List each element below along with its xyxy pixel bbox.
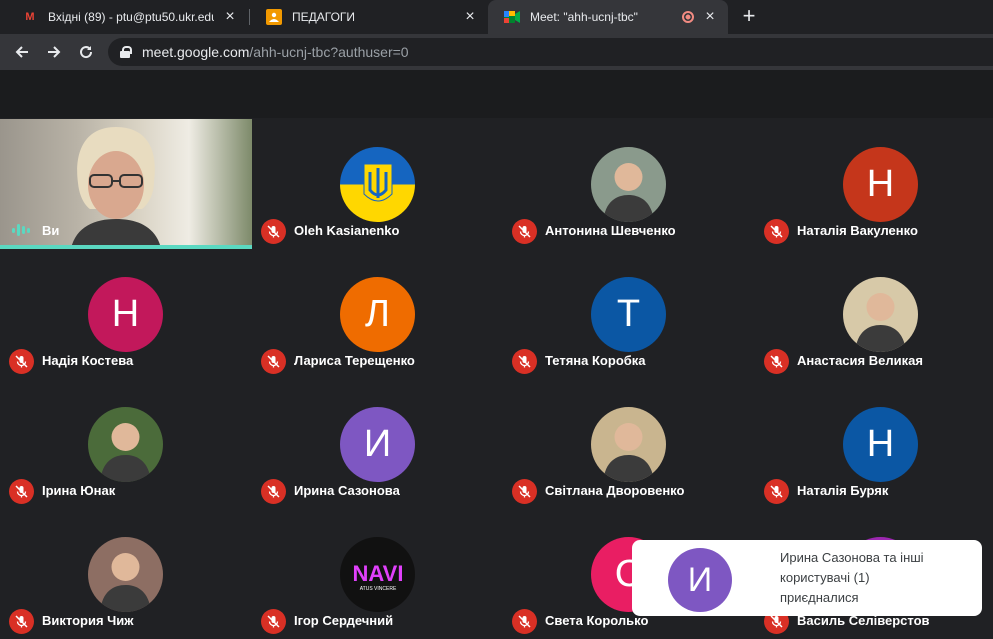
muted-mic-icon (9, 609, 34, 634)
meet-icon (504, 9, 520, 25)
back-button[interactable] (10, 40, 34, 64)
arrow-right-icon (48, 46, 61, 58)
participant-name: Наталія Вакуленко (797, 223, 918, 238)
participant-tile[interactable]: Виктория Чиж (0, 509, 251, 639)
participant-name: Надія Костева (42, 353, 134, 368)
muted-mic-icon (764, 349, 789, 374)
tab-meet[interactable]: Meet: "ahh-ucnj-tbc" × (488, 0, 728, 34)
speaking-icon (12, 224, 30, 236)
participant-tile[interactable]: Світлана Дворовенко (503, 379, 754, 509)
avatar: NAVI ATUS VINCERE (340, 537, 415, 612)
participant-tile[interactable]: Ірина Юнак (0, 379, 251, 509)
muted-mic-icon (512, 219, 537, 244)
url-path: /ahh-ucnj-tbc?authuser=0 (249, 44, 409, 60)
participant-tile[interactable]: Т Тетяна Коробка (503, 249, 754, 379)
tab-gmail[interactable]: M Вхідні (89) - ptu@ptu50.ukr.educ × (6, 0, 248, 34)
tab-title: Meet: "ahh-ucnj-tbc" (530, 10, 638, 24)
muted-mic-icon (512, 349, 537, 374)
avatar: Н (843, 147, 918, 222)
lock-icon (120, 46, 132, 58)
participant-tile[interactable]: Н Наталія Вакуленко (755, 119, 993, 249)
avatar (88, 537, 163, 612)
participant-tile[interactable]: Oleh Kasianenko (252, 119, 503, 249)
arrow-left-icon (15, 46, 28, 58)
tab-title: ПЕДАГОГИ (292, 10, 356, 24)
participant-tile[interactable]: Н Надія Костева (0, 249, 251, 379)
gmail-icon: M (25, 11, 35, 23)
participant-name: Виктория Чиж (42, 613, 134, 628)
notification-line: користувачі (1) (780, 570, 870, 585)
browser-tab-strip: M Вхідні (89) - ptu@ptu50.ukr.educ × ПЕД… (0, 0, 993, 34)
participant-name: Анастасия Великая (797, 353, 923, 368)
notification-line: Ирина Сазонова та інші (780, 550, 924, 565)
muted-mic-icon (261, 479, 286, 504)
avatar: Н (88, 277, 163, 352)
participant-tile[interactable]: Н Наталія Буряк (755, 379, 993, 509)
self-video-tile[interactable]: Ви (0, 119, 252, 249)
muted-mic-icon (512, 479, 537, 504)
participant-tile[interactable]: Л Лариса Терещенко (252, 249, 503, 379)
browser-toolbar: meet.google.com/ahh-ucnj-tbc?authuser=0 (0, 34, 993, 70)
participant-tile[interactable]: И Ирина Сазонова (252, 379, 503, 509)
new-tab-button[interactable]: + (737, 5, 761, 29)
avatar: Н (843, 407, 918, 482)
participant-tile[interactable]: NAVI ATUS VINCERE Ігор Сердечний (252, 509, 503, 639)
join-notification-toast: И Ирина Сазонова та інші користувачі (1)… (632, 540, 982, 616)
participant-name: Антонина Шевченко (545, 223, 676, 238)
meet-main: Ви Oleh Kasianenko Антонина Шевченко Н Ната… (0, 70, 993, 634)
participant-name: Ірина Юнак (42, 483, 116, 498)
close-icon[interactable]: × (702, 9, 718, 25)
address-bar[interactable]: meet.google.com/ahh-ucnj-tbc?authuser=0 (108, 38, 993, 66)
notification-text: Ирина Сазонова та інші користувачі (1) п… (780, 548, 970, 608)
reload-icon (80, 46, 93, 59)
participant-name: Лариса Терещенко (294, 353, 415, 368)
reload-button[interactable] (74, 40, 98, 64)
meet-top-bar (0, 70, 993, 118)
muted-mic-icon (261, 609, 286, 634)
tab-title: Вхідні (89) - ptu@ptu50.ukr.educ (48, 10, 214, 24)
participant-tile[interactable]: Анастасия Великая (755, 249, 993, 379)
avatar (340, 147, 415, 222)
tab-classroom[interactable]: ПЕДАГОГИ × (250, 0, 488, 34)
avatar: И (340, 407, 415, 482)
avatar: Т (591, 277, 666, 352)
avatar (591, 407, 666, 482)
participant-name: Oleh Kasianenko (294, 223, 400, 238)
close-icon[interactable]: × (222, 9, 238, 25)
muted-mic-icon (764, 479, 789, 504)
forward-button[interactable] (42, 40, 66, 64)
avatar (88, 407, 163, 482)
participant-name: Ігор Сердечний (294, 613, 394, 628)
muted-mic-icon (261, 219, 286, 244)
self-name-label: Ви (42, 223, 60, 238)
muted-mic-icon (9, 479, 34, 504)
self-video-feed (70, 127, 162, 249)
muted-mic-icon (764, 219, 789, 244)
close-icon[interactable]: × (462, 9, 478, 25)
participant-name: Тетяна Коробка (545, 353, 646, 368)
recording-indicator-icon (682, 11, 694, 23)
svg-text:NAVI: NAVI (352, 561, 403, 586)
notification-line: приєдналися (780, 590, 859, 605)
classroom-icon (266, 9, 282, 25)
avatar: И (668, 548, 732, 612)
participant-tile[interactable]: Антонина Шевченко (503, 119, 754, 249)
url-host: meet.google.com (142, 44, 250, 60)
muted-mic-icon (261, 349, 286, 374)
participant-name: Ирина Сазонова (294, 483, 400, 498)
avatar (843, 277, 918, 352)
svg-text:ATUS VINCERE: ATUS VINCERE (359, 586, 396, 592)
muted-mic-icon (9, 349, 34, 374)
participant-name: Наталія Буряк (797, 483, 889, 498)
avatar: Л (340, 277, 415, 352)
participant-name: Світлана Дворовенко (545, 483, 685, 498)
muted-mic-icon (512, 609, 537, 634)
avatar (591, 147, 666, 222)
participant-name: Света Королько (545, 613, 649, 628)
